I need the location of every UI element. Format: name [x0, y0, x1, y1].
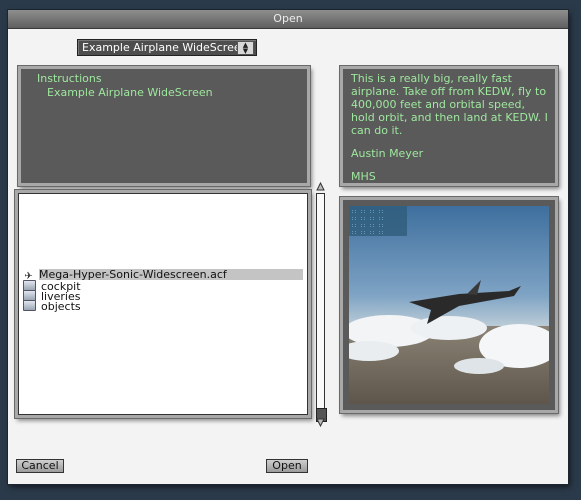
description-text: This is a really big, really fast airpla…: [351, 72, 548, 137]
file-name: objects: [41, 300, 81, 313]
svg-text::: :: :: ::: :: :: :: ::: [351, 216, 384, 222]
svg-text::: :: :: ::: :: :: :: ::: [351, 223, 384, 229]
window-title[interactable]: Open: [8, 10, 568, 29]
instructions-aircraft-name: Example Airplane WideScreen: [47, 86, 213, 99]
scroll-up-icon[interactable]: [316, 182, 325, 192]
open-button[interactable]: Open: [266, 459, 308, 473]
cancel-button[interactable]: Cancel: [16, 459, 64, 473]
svg-text::: :: :: ::: :: :: :: ::: [351, 209, 384, 215]
description-author: Austin Meyer: [351, 147, 424, 160]
file-list[interactable]: ✈ Mega-Hyper-Sonic-Widescreen.acf cockpit…: [18, 193, 308, 415]
open-dialog: Open Example Airplane WideScreen ▲ ▼ Inst…: [8, 10, 568, 484]
folder-icon: [23, 300, 36, 311]
up-down-arrows-icon: ▲ ▼: [237, 41, 254, 55]
svg-text::: :: :: ::: :: :: :: ::: [351, 230, 384, 236]
aircraft-preview: :: :: :: :: :: :: :: :: :: :: :: :: :: :…: [340, 197, 558, 413]
file-name: Mega-Hyper-Sonic-Widescreen.acf: [39, 269, 303, 280]
file-list-scrollbar[interactable]: [316, 182, 327, 427]
instructions-heading: Instructions: [37, 72, 102, 85]
list-item[interactable]: objects: [23, 300, 81, 313]
list-item[interactable]: ✈ Mega-Hyper-Sonic-Widescreen.acf: [23, 269, 303, 282]
description-panel: This is a really big, really fast airpla…: [340, 66, 558, 186]
aircraft-popup-label: Example Airplane WideScreen: [82, 41, 248, 54]
scroll-down-icon[interactable]: [316, 418, 325, 427]
description-studio: MHS: [351, 170, 376, 183]
aircraft-preview-image: :: :: :: :: :: :: :: :: :: :: :: :: :: :…: [349, 206, 549, 404]
instructions-panel: Instructions Example Airplane WideScreen: [18, 66, 310, 186]
scroll-track[interactable]: [316, 193, 325, 409]
aircraft-popup[interactable]: Example Airplane WideScreen ▲ ▼: [77, 39, 257, 56]
